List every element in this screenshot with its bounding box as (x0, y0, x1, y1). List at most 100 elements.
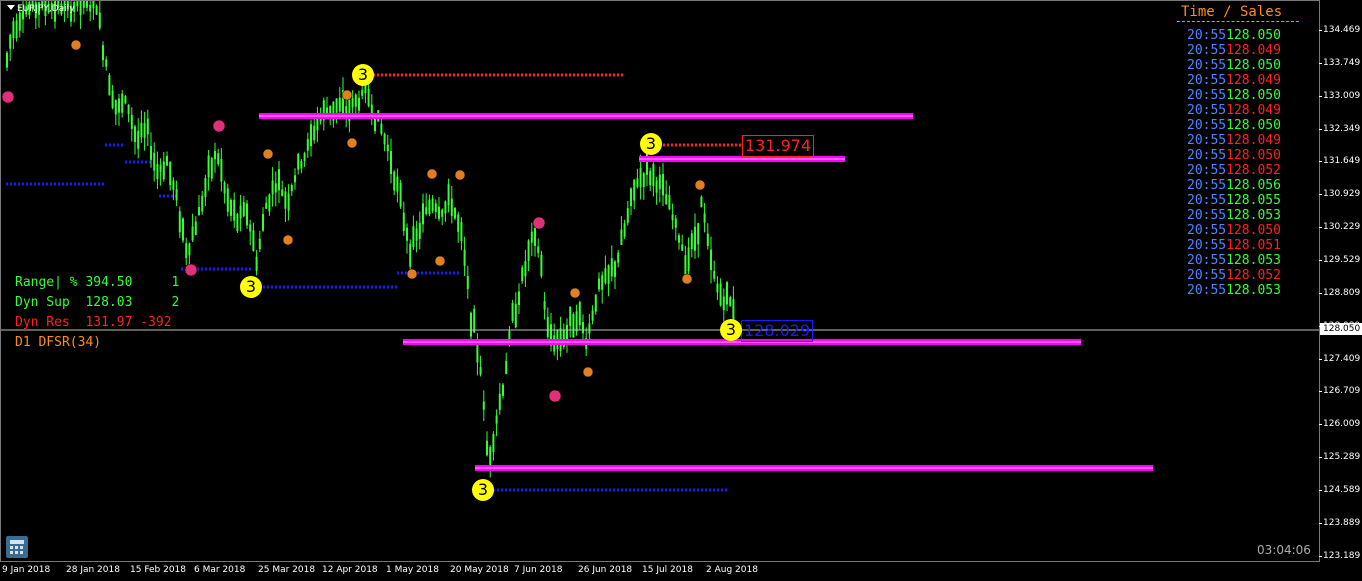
candle (182, 218, 184, 241)
candle (444, 201, 447, 214)
candle (652, 164, 655, 186)
candle (118, 98, 120, 113)
candle (441, 209, 444, 217)
time-sales-row: 20:55128.053 (1187, 253, 1281, 268)
candle (111, 90, 114, 108)
time-sales-row: 20:55128.050 (1187, 118, 1281, 133)
candle (370, 104, 373, 114)
candle (658, 174, 661, 190)
candle (102, 45, 104, 61)
dropdown-icon[interactable] (7, 5, 15, 10)
level-badge: 3 (720, 319, 742, 341)
candle (470, 312, 472, 337)
trade-time: 20:55 (1187, 238, 1227, 253)
trade-time: 20:55 (1187, 58, 1227, 73)
candle (351, 98, 354, 108)
candle (543, 301, 546, 310)
candle (258, 238, 261, 250)
candle (665, 194, 668, 205)
candle (415, 228, 418, 241)
candle (623, 223, 626, 237)
candle (153, 152, 156, 171)
candle (223, 182, 226, 194)
fractal-marker-icon (184, 263, 198, 277)
trade-time: 20:55 (1187, 73, 1227, 88)
candle (630, 188, 632, 207)
candle (729, 297, 732, 306)
candle (521, 267, 524, 282)
candle (274, 183, 277, 193)
candle (668, 194, 671, 210)
candle (722, 296, 725, 311)
price-tick: 126.009 (1318, 419, 1361, 430)
candle (537, 246, 540, 253)
candle (479, 366, 482, 375)
candle (428, 199, 431, 215)
time-sales-row: 20:55128.051 (1187, 238, 1281, 253)
candle (671, 214, 674, 221)
candle (252, 230, 255, 251)
trade-time: 20:55 (1187, 253, 1227, 268)
candle (143, 122, 146, 138)
candle (466, 275, 469, 290)
time-sales-row: 20:55128.049 (1187, 103, 1281, 118)
date-tick: 2 Aug 2018 (706, 565, 758, 575)
trade-price: 128.053 (1226, 283, 1281, 298)
candle (89, 5, 92, 12)
time-sales-list: 20:55128.050 20:55128.049 20:55128.050 20:5… (1187, 28, 1281, 298)
candle (127, 104, 130, 114)
trade-price: 128.049 (1226, 133, 1281, 148)
fractal-marker-icon (212, 119, 226, 133)
candle (294, 175, 296, 183)
trade-time: 20:55 (1187, 283, 1227, 298)
candle (172, 180, 175, 190)
candle (191, 226, 194, 241)
candle (188, 243, 191, 256)
trade-price: 128.055 (1226, 193, 1281, 208)
candle (214, 150, 216, 160)
candle (95, 5, 98, 15)
trade-price: 128.056 (1226, 178, 1281, 193)
symbol-label[interactable]: EURJPY,Daily (7, 4, 75, 14)
level-badge: 3 (240, 276, 262, 298)
candle (706, 233, 709, 246)
candle (246, 203, 248, 226)
trade-price: 128.049 (1226, 73, 1281, 88)
candle (278, 169, 280, 191)
price-axis[interactable]: 134.469 133.749 133.009 132.349 131.649 130.9… (1318, 0, 1362, 562)
trade-time: 20:55 (1187, 103, 1227, 118)
candle (569, 306, 572, 326)
trade-time: 20:55 (1187, 208, 1227, 223)
trade-price: 128.050 (1226, 223, 1281, 238)
trade-time: 20:55 (1187, 268, 1227, 283)
chart-area[interactable]: EURJPY,Daily Time / Sales 20:55128.050 20… (0, 0, 1320, 562)
calculator-icon[interactable] (6, 536, 28, 558)
candle (230, 199, 232, 216)
time-axis[interactable]: 9 Jan 2018 28 Jan 2018 15 Feb 2018 6 Mar 20… (0, 562, 1320, 581)
price-tick: 133.009 (1318, 90, 1361, 101)
time-sales-row: 20:55128.053 (1187, 283, 1281, 298)
candle (450, 198, 453, 217)
candle (338, 97, 341, 112)
trade-time: 20:55 (1187, 193, 1227, 208)
candle (457, 214, 460, 232)
price-tick: 129.529 (1318, 254, 1361, 265)
candle (287, 193, 290, 211)
candle (185, 243, 188, 259)
candle (540, 254, 543, 277)
candle (98, 12, 101, 29)
candle (6, 52, 8, 68)
date-tick: 20 May 2018 (450, 565, 509, 575)
candle (713, 271, 716, 279)
candle (306, 139, 309, 151)
candle (591, 310, 594, 321)
candle (156, 163, 159, 179)
level-badge: 3 (640, 133, 662, 155)
candle (233, 199, 236, 221)
candle (12, 21, 15, 38)
candle (386, 144, 389, 152)
price-tick: 131.649 (1318, 156, 1361, 167)
candle (393, 171, 396, 191)
candle (284, 191, 287, 209)
candle (642, 173, 645, 188)
